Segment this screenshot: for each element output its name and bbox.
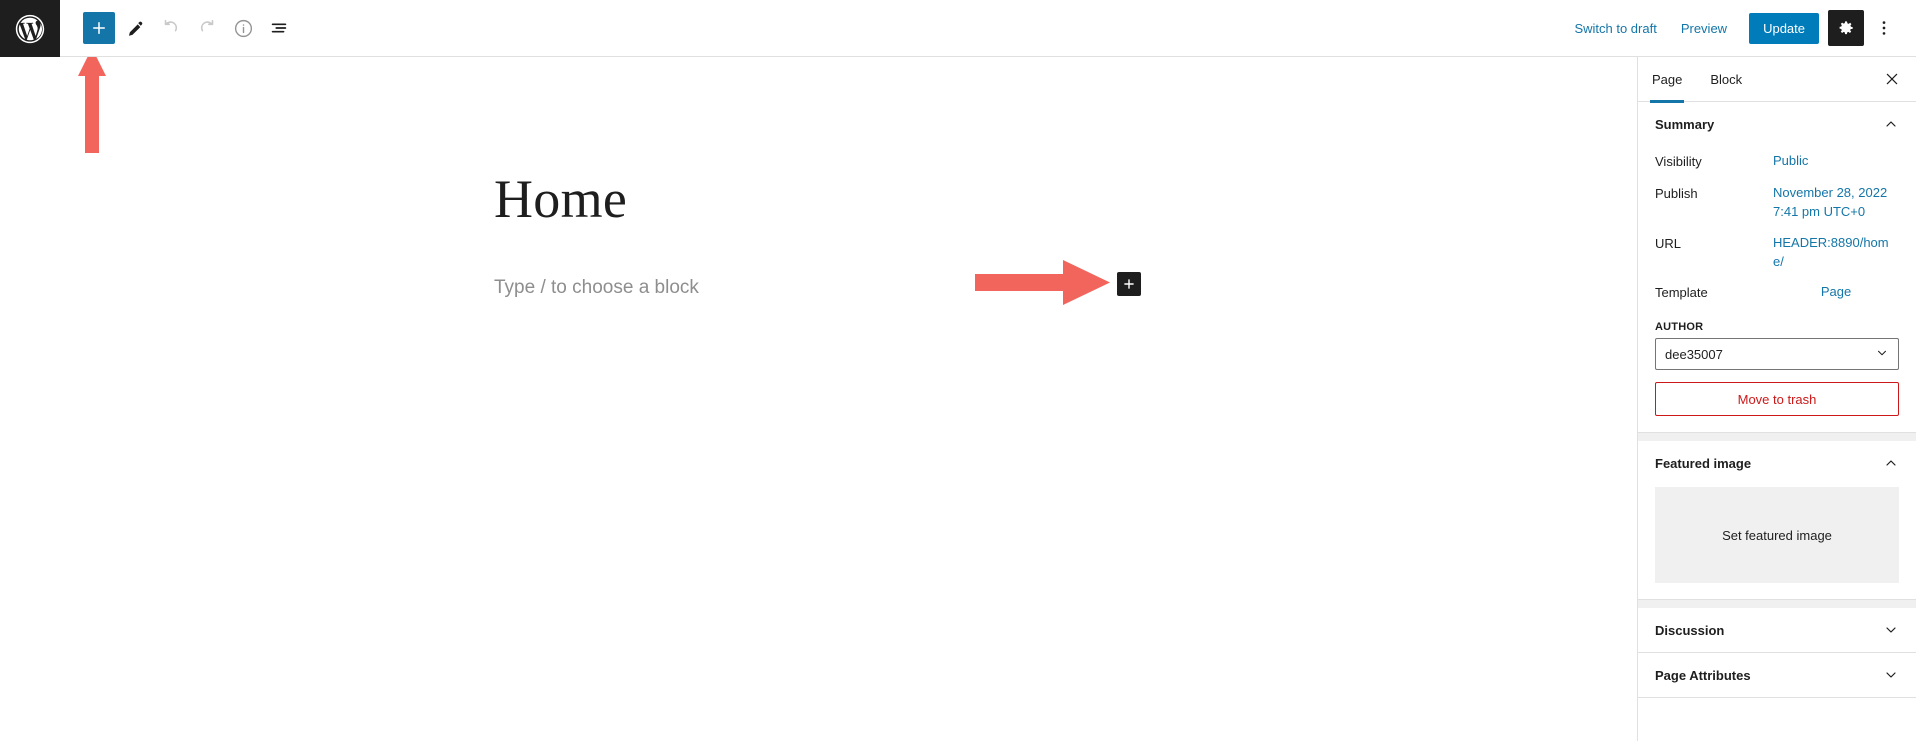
author-select[interactable]: dee35007 bbox=[1655, 338, 1899, 371]
featured-image-panel-body: Set featured image bbox=[1638, 487, 1916, 599]
featured-image-panel: Featured image Set featured image bbox=[1638, 433, 1916, 601]
author-label: AUTHOR bbox=[1655, 321, 1704, 334]
settings-button[interactable] bbox=[1828, 10, 1864, 46]
plus-icon bbox=[93, 22, 105, 34]
summary-panel: Summary Visibility Public Publish Novemb… bbox=[1638, 102, 1916, 434]
canvas-inserter-button[interactable] bbox=[1117, 272, 1141, 296]
editor-header: Switch to draft Preview Update bbox=[0, 0, 1916, 57]
chevron-down-icon bbox=[1883, 667, 1899, 683]
page-attributes-panel-header[interactable]: Page Attributes bbox=[1638, 653, 1916, 697]
preview-button[interactable]: Preview bbox=[1669, 15, 1739, 42]
publish-value[interactable]: November 28, 2022 7:41 pm UTC+0 bbox=[1773, 184, 1899, 222]
editor-canvas[interactable]: Home Type / to choose a block bbox=[0, 57, 1637, 741]
set-featured-image-button[interactable]: Set featured image bbox=[1655, 487, 1899, 584]
chevron-up-icon bbox=[1883, 116, 1899, 132]
featured-image-panel-title: Featured image bbox=[1655, 455, 1752, 471]
three-dots-vertical-icon bbox=[1882, 21, 1886, 35]
update-button[interactable]: Update bbox=[1749, 12, 1819, 44]
visibility-row: Visibility Public bbox=[1655, 146, 1899, 178]
sidebar-tabs: Page Block bbox=[1638, 57, 1916, 103]
page-title[interactable]: Home bbox=[494, 169, 627, 229]
close-sidebar-button[interactable] bbox=[1877, 64, 1907, 94]
visibility-label: Visibility bbox=[1655, 154, 1702, 169]
chevron-down-icon bbox=[1875, 346, 1889, 363]
tab-block[interactable]: Block bbox=[1696, 57, 1756, 102]
info-circle-icon bbox=[234, 19, 252, 37]
undo-icon bbox=[164, 19, 178, 32]
visibility-value[interactable]: Public bbox=[1773, 152, 1899, 171]
undo-button[interactable] bbox=[155, 12, 187, 44]
summary-panel-body: Visibility Public Publish November 28, 2… bbox=[1638, 146, 1916, 432]
more-options-button[interactable] bbox=[1866, 10, 1902, 46]
template-row: Template Page bbox=[1655, 277, 1899, 309]
publish-label: Publish bbox=[1655, 186, 1698, 201]
chevron-up-icon bbox=[1883, 455, 1899, 471]
summary-panel-title: Summary bbox=[1655, 116, 1715, 132]
redo-button[interactable] bbox=[191, 12, 223, 44]
discussion-panel-header[interactable]: Discussion bbox=[1638, 608, 1916, 652]
page-attributes-panel: Page Attributes bbox=[1638, 653, 1916, 699]
page-attributes-panel-title: Page Attributes bbox=[1655, 667, 1751, 683]
plus-icon bbox=[1124, 279, 1134, 289]
author-select-value: dee35007 bbox=[1665, 346, 1723, 362]
gear-icon bbox=[1839, 21, 1853, 35]
pencil-icon bbox=[128, 21, 143, 36]
chevron-down-icon bbox=[1883, 622, 1899, 638]
list-view-icon bbox=[271, 23, 287, 33]
url-row: URL HEADER:8890/home/ bbox=[1655, 228, 1899, 278]
wordpress-logo-icon[interactable] bbox=[0, 0, 60, 57]
header-left-tools bbox=[60, 0, 295, 56]
discussion-panel: Discussion bbox=[1638, 600, 1916, 654]
featured-image-panel-header[interactable]: Featured image bbox=[1638, 441, 1916, 485]
switch-to-draft-button[interactable]: Switch to draft bbox=[1562, 15, 1668, 42]
template-label: Template bbox=[1655, 285, 1708, 301]
template-value[interactable]: Page bbox=[1773, 283, 1899, 302]
redo-icon bbox=[200, 19, 214, 32]
header-right-actions: Switch to draft Preview Update bbox=[1562, 0, 1916, 56]
move-to-trash-button[interactable]: Move to trash bbox=[1655, 382, 1899, 417]
url-label: URL bbox=[1655, 235, 1682, 251]
discussion-panel-title: Discussion bbox=[1655, 622, 1725, 638]
url-value[interactable]: HEADER:8890/home/ bbox=[1773, 234, 1899, 272]
close-icon bbox=[1886, 73, 1898, 85]
block-placeholder-text[interactable]: Type / to choose a block bbox=[494, 277, 699, 299]
header-spacer bbox=[295, 0, 1562, 56]
publish-row: Publish November 28, 2022 7:41 pm UTC+0 bbox=[1655, 178, 1899, 228]
arrow-right-annotation bbox=[975, 260, 1110, 310]
list-view-button[interactable] bbox=[263, 12, 295, 44]
settings-sidebar: Page Block Summary Visibility Public Pub… bbox=[1637, 57, 1916, 741]
edit-tool-button[interactable] bbox=[119, 12, 151, 44]
details-button[interactable] bbox=[227, 12, 259, 44]
editor-body: Home Type / to choose a block Page Block bbox=[0, 57, 1916, 741]
summary-panel-header[interactable]: Summary bbox=[1638, 102, 1916, 146]
tab-page[interactable]: Page bbox=[1638, 57, 1696, 103]
block-inserter-button[interactable] bbox=[83, 12, 115, 44]
